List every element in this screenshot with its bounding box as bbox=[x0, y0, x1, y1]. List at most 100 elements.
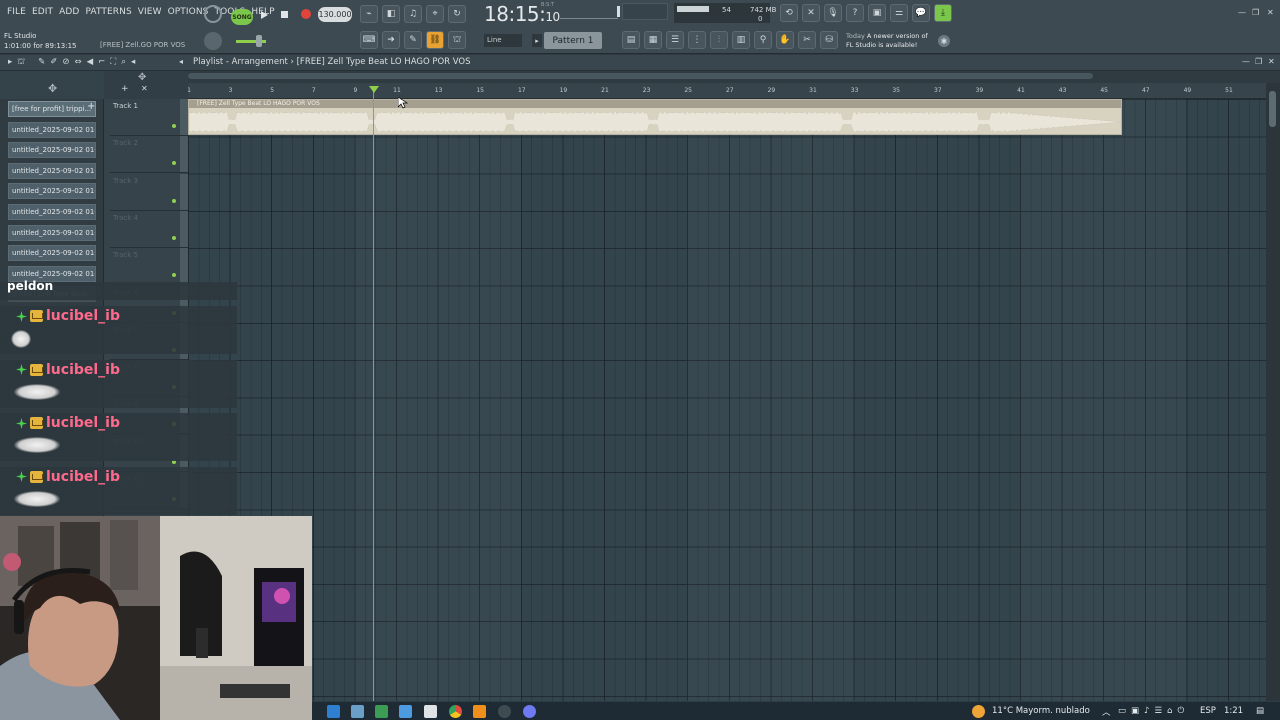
tool-paint-icon[interactable]: ✐ bbox=[50, 57, 57, 68]
tool-zoom-icon[interactable]: ⌕ bbox=[121, 57, 126, 68]
playlist-button[interactable]: ▤ bbox=[622, 31, 640, 49]
vertical-scroll-thumb[interactable] bbox=[1269, 91, 1276, 127]
playlist-maximize-icon[interactable]: ❐ bbox=[1255, 57, 1262, 66]
play-button[interactable] bbox=[256, 7, 272, 23]
save-button[interactable]: ▣ bbox=[868, 4, 886, 22]
language-indicator[interactable]: ESP bbox=[1200, 706, 1216, 716]
clock-text[interactable]: 1:21 bbox=[1224, 706, 1243, 716]
picker-item[interactable]: untitled_2025-09-02 01-... bbox=[8, 245, 96, 262]
vscode-icon[interactable] bbox=[327, 705, 340, 718]
track-add-icon[interactable]: + bbox=[121, 84, 129, 94]
main-volume-knob-icon[interactable] bbox=[204, 32, 222, 50]
mixer-view-button[interactable]: ⫶ bbox=[710, 31, 728, 49]
script-output-button[interactable]: ✂ bbox=[798, 31, 816, 49]
playhead-marker[interactable] bbox=[369, 86, 379, 93]
picker-item[interactable]: untitled_2025-09-02 01-... bbox=[8, 183, 96, 200]
keyboard-icon-button[interactable]: ⌨ bbox=[360, 31, 378, 49]
track-mute-led[interactable] bbox=[172, 273, 176, 278]
snap-magnet-button[interactable]: ⛫ bbox=[448, 31, 466, 49]
picker-item[interactable]: untitled_2025-09-02 01-... bbox=[8, 162, 96, 179]
tempo-display[interactable]: 130.000 bbox=[318, 7, 352, 22]
tool-playback-icon[interactable]: ◂ bbox=[131, 57, 135, 68]
tray-chevron-icon[interactable]: ︿ bbox=[1102, 706, 1111, 718]
metronome-button[interactable]: ⌖ bbox=[426, 5, 444, 23]
pattern-selector[interactable]: Pattern 1 bbox=[544, 32, 602, 49]
track-mute-led[interactable] bbox=[172, 124, 176, 128]
timeline-ruler[interactable]: 1357911131517192123252729313335373941434… bbox=[188, 83, 1266, 99]
tool-mute-icon[interactable]: ◀ bbox=[87, 57, 94, 68]
tool-draw-icon[interactable]: ✎ bbox=[38, 57, 45, 68]
maximize-icon[interactable]: ❐ bbox=[1252, 8, 1259, 17]
track-header[interactable]: Track 5 bbox=[110, 248, 180, 286]
track-header[interactable]: Track 4 bbox=[110, 211, 180, 248]
plugin-picker-button[interactable]: ⚲ bbox=[754, 31, 772, 49]
news-refresh-icon[interactable]: ✱ bbox=[938, 35, 950, 47]
menu-patterns[interactable]: PATTERNS bbox=[82, 7, 134, 17]
picker-item[interactable]: untitled_2025-09-02 01-... bbox=[8, 121, 96, 138]
close-icon[interactable]: ✕ bbox=[1267, 8, 1274, 17]
playlist-magnet-icon[interactable]: ⛫ bbox=[17, 57, 25, 68]
stop-button[interactable] bbox=[277, 7, 291, 21]
audio-clip[interactable]: [FREE] Zell Type Beat LO HAGO POR VOS bbox=[188, 99, 1122, 135]
arrow-button[interactable]: ➜ bbox=[382, 31, 400, 49]
touch-keyboard-button[interactable]: ✋ bbox=[776, 31, 794, 49]
capcut-icon[interactable] bbox=[399, 705, 412, 718]
browser-button[interactable]: ☰ bbox=[666, 31, 684, 49]
playlist-grid[interactable] bbox=[188, 99, 1266, 701]
tool-slice-icon[interactable]: ⌐ bbox=[98, 57, 105, 68]
snap-selector[interactable]: Line bbox=[484, 34, 522, 47]
menu-edit[interactable]: EDIT bbox=[29, 7, 56, 17]
track-color-strip[interactable] bbox=[180, 136, 188, 174]
record-button[interactable] bbox=[299, 7, 313, 21]
track-mute-led[interactable] bbox=[172, 198, 176, 203]
picker-item[interactable]: untitled_2025-09-02 01-... bbox=[8, 204, 96, 220]
track-mute-led[interactable] bbox=[172, 161, 176, 166]
main-pitch-handle[interactable] bbox=[256, 35, 262, 47]
track-close-icon[interactable]: ✕ bbox=[141, 84, 148, 93]
media-player-icon[interactable] bbox=[424, 705, 437, 718]
tray-icons[interactable]: ▭▣♪☰⌂⏻ bbox=[1118, 706, 1189, 716]
metronome-knob-icon[interactable] bbox=[204, 5, 222, 23]
track-color-strip[interactable] bbox=[180, 248, 188, 286]
download-button[interactable]: ⤓ bbox=[934, 4, 952, 22]
track-move-icon[interactable]: ✥ bbox=[138, 72, 146, 83]
link-button[interactable]: ⛓ bbox=[426, 31, 444, 49]
master-volume-handle[interactable] bbox=[617, 6, 620, 17]
step-edit-button[interactable]: ◧ bbox=[382, 5, 400, 23]
microphone-button[interactable]: 🎙 bbox=[824, 4, 842, 22]
plugin-db-button[interactable]: ▥ bbox=[732, 31, 750, 49]
track-header[interactable]: Track 3 bbox=[110, 174, 180, 211]
picker-item[interactable]: untitled_2025-09-02 01-... bbox=[8, 224, 96, 241]
master-volume-slider[interactable] bbox=[560, 10, 618, 19]
playlist-nav-arrows-icon[interactable]: ◂ bbox=[179, 57, 183, 66]
track-color-strip[interactable] bbox=[180, 99, 188, 136]
comments-button[interactable]: 💬 bbox=[912, 4, 930, 22]
picker-item[interactable]: untitled_2025-09-02 01-... bbox=[8, 142, 96, 159]
undo-history-button[interactable]: ⟲ bbox=[780, 4, 798, 22]
track-header[interactable]: Track 1 bbox=[110, 99, 180, 136]
picker-move-icon[interactable]: ✥ bbox=[48, 82, 57, 95]
explorer-icon[interactable] bbox=[351, 705, 364, 718]
track-color-strip[interactable] bbox=[180, 210, 188, 248]
tools-button[interactable]: ✕ bbox=[802, 4, 820, 22]
channel-rack-button[interactable]: ⋮ bbox=[688, 31, 706, 49]
playlist-minimize-icon[interactable]: — bbox=[1242, 57, 1250, 66]
playlist-menu-arrow-icon[interactable]: ▸ bbox=[8, 57, 12, 68]
tool-slip-icon[interactable]: ⇔ bbox=[74, 57, 81, 68]
picker-item-add-icon[interactable]: + bbox=[87, 101, 95, 112]
obs-icon[interactable] bbox=[498, 705, 511, 718]
xbox-icon[interactable] bbox=[375, 705, 388, 718]
mixer-button[interactable]: ⚌ bbox=[890, 4, 908, 22]
help-button[interactable]: ? bbox=[846, 4, 864, 22]
track-mute-led[interactable] bbox=[172, 235, 176, 240]
menu-view[interactable]: VIEW bbox=[135, 7, 165, 17]
news-panel[interactable]: Today A newer version of FL Studio is av… bbox=[846, 32, 928, 50]
piano-roll-button[interactable]: ▦ bbox=[644, 31, 662, 49]
notifications-icon[interactable]: ▤ bbox=[1256, 706, 1264, 716]
song-mode-toggle[interactable]: SONG bbox=[231, 9, 253, 25]
vertical-scrollbar[interactable] bbox=[1266, 83, 1280, 701]
blend-notes-button[interactable]: ♫ bbox=[404, 5, 422, 23]
picker-item[interactable]: [free for profit] trippi... bbox=[8, 101, 96, 117]
ruler-zoom-bar[interactable] bbox=[188, 73, 1093, 79]
draw-tool-button[interactable]: ✎ bbox=[404, 31, 422, 49]
